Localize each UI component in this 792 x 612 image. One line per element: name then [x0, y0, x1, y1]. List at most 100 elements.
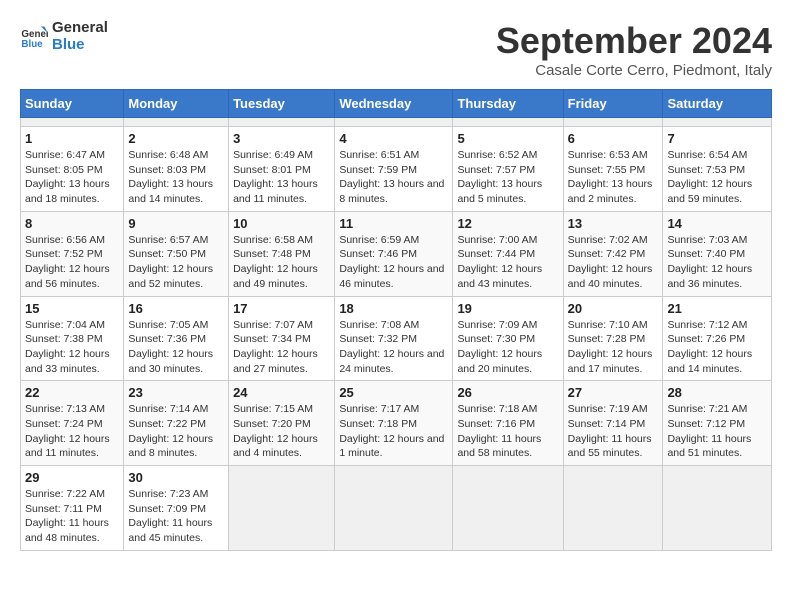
day-header-wednesday: Wednesday	[335, 90, 453, 118]
calendar-cell: 7Sunrise: 6:54 AMSunset: 7:53 PMDaylight…	[663, 127, 772, 212]
day-info: Sunrise: 6:58 AMSunset: 7:48 PMDaylight:…	[233, 233, 330, 292]
day-number: 5	[457, 131, 558, 146]
day-info: Sunrise: 7:14 AMSunset: 7:22 PMDaylight:…	[128, 402, 224, 461]
calendar-cell	[335, 466, 453, 551]
calendar-week-row: 29 Sunrise: 7:22 AMSunset: 7:11 PMDayligh…	[21, 466, 772, 551]
calendar-cell: 9Sunrise: 6:57 AMSunset: 7:50 PMDaylight…	[124, 211, 229, 296]
calendar-cell: 3 Sunrise: 6:49 AMSunset: 8:01 PMDaylight…	[229, 127, 335, 212]
calendar-cell: 29 Sunrise: 7:22 AMSunset: 7:11 PMDayligh…	[21, 466, 124, 551]
logo-line1: General	[52, 20, 108, 37]
day-info: Sunrise: 7:15 AMSunset: 7:20 PMDaylight:…	[233, 402, 330, 461]
calendar-cell: 28Sunrise: 7:21 AMSunset: 7:12 PMDayligh…	[663, 381, 772, 466]
day-info: Sunrise: 6:51 AMSunset: 7:59 PMDaylight:…	[339, 148, 448, 207]
day-number: 16	[128, 301, 224, 316]
day-info: Sunrise: 6:47 AMSunset: 8:05 PMDaylight:…	[25, 148, 119, 207]
day-info: Sunrise: 7:03 AMSunset: 7:40 PMDaylight:…	[667, 233, 767, 292]
day-number: 11	[339, 216, 448, 231]
calendar-cell: 8 Sunrise: 6:56 AMSunset: 7:52 PMDaylight…	[21, 211, 124, 296]
calendar-week-row	[21, 118, 772, 127]
calendar-cell	[453, 118, 563, 127]
calendar-cell: 4Sunrise: 6:51 AMSunset: 7:59 PMDaylight…	[335, 127, 453, 212]
calendar-cell	[21, 118, 124, 127]
day-number: 17	[233, 301, 330, 316]
day-number: 19	[457, 301, 558, 316]
day-number: 3	[233, 131, 330, 146]
calendar-cell: 14 Sunrise: 7:03 AMSunset: 7:40 PMDayligh…	[663, 211, 772, 296]
day-info: Sunrise: 6:49 AMSunset: 8:01 PMDaylight:…	[233, 148, 330, 207]
day-number: 25	[339, 385, 448, 400]
calendar-cell: 18 Sunrise: 7:08 AMSunset: 7:32 PMDayligh…	[335, 296, 453, 381]
day-number: 6	[568, 131, 659, 146]
day-info: Sunrise: 7:08 AMSunset: 7:32 PMDaylight:…	[339, 318, 448, 377]
logo-line2: Blue	[52, 37, 108, 54]
svg-text:Blue: Blue	[21, 38, 43, 49]
day-info: Sunrise: 6:53 AMSunset: 7:55 PMDaylight:…	[568, 148, 659, 207]
day-info: Sunrise: 7:05 AMSunset: 7:36 PMDaylight:…	[128, 318, 224, 377]
day-info: Sunrise: 6:56 AMSunset: 7:52 PMDaylight:…	[25, 233, 119, 292]
calendar-cell: 19Sunrise: 7:09 AMSunset: 7:30 PMDayligh…	[453, 296, 563, 381]
day-info: Sunrise: 6:48 AMSunset: 8:03 PMDaylight:…	[128, 148, 224, 207]
month-title: September 2024	[496, 20, 772, 62]
day-number: 13	[568, 216, 659, 231]
location-subtitle: Casale Corte Cerro, Piedmont, Italy	[496, 62, 772, 79]
day-number: 29	[25, 470, 119, 485]
calendar-cell: 13Sunrise: 7:02 AMSunset: 7:42 PMDayligh…	[563, 211, 663, 296]
day-info: Sunrise: 6:54 AMSunset: 7:53 PMDaylight:…	[667, 148, 767, 207]
logo-icon: General Blue	[20, 23, 48, 51]
calendar-cell	[453, 466, 563, 551]
calendar-week-row: 15Sunrise: 7:04 AMSunset: 7:38 PMDayligh…	[21, 296, 772, 381]
day-info: Sunrise: 6:59 AMSunset: 7:46 PMDaylight:…	[339, 233, 448, 292]
day-number: 21	[667, 301, 767, 316]
calendar-cell: 2 Sunrise: 6:48 AMSunset: 8:03 PMDaylight…	[124, 127, 229, 212]
calendar-week-row: 22Sunrise: 7:13 AMSunset: 7:24 PMDayligh…	[21, 381, 772, 466]
calendar-cell: 23Sunrise: 7:14 AMSunset: 7:22 PMDayligh…	[124, 381, 229, 466]
day-header-monday: Monday	[124, 90, 229, 118]
day-number: 14	[667, 216, 767, 231]
day-number: 10	[233, 216, 330, 231]
day-number: 26	[457, 385, 558, 400]
day-info: Sunrise: 7:18 AMSunset: 7:16 PMDaylight:…	[457, 402, 558, 461]
day-number: 24	[233, 385, 330, 400]
calendar-week-row: 8 Sunrise: 6:56 AMSunset: 7:52 PMDaylight…	[21, 211, 772, 296]
calendar-cell: 6 Sunrise: 6:53 AMSunset: 7:55 PMDaylight…	[563, 127, 663, 212]
calendar-cell	[229, 466, 335, 551]
calendar-cell: 1Sunrise: 6:47 AMSunset: 8:05 PMDaylight…	[21, 127, 124, 212]
calendar-cell: 22Sunrise: 7:13 AMSunset: 7:24 PMDayligh…	[21, 381, 124, 466]
day-info: Sunrise: 6:52 AMSunset: 7:57 PMDaylight:…	[457, 148, 558, 207]
calendar-header-row: SundayMondayTuesdayWednesdayThursdayFrid…	[21, 90, 772, 118]
calendar-cell: 11 Sunrise: 6:59 AMSunset: 7:46 PMDayligh…	[335, 211, 453, 296]
calendar-cell: 26 Sunrise: 7:18 AMSunset: 7:16 PMDayligh…	[453, 381, 563, 466]
title-area: September 2024 Casale Corte Cerro, Piedm…	[496, 20, 772, 79]
calendar-cell: 30Sunrise: 7:23 AMSunset: 7:09 PMDayligh…	[124, 466, 229, 551]
calendar-body: 1Sunrise: 6:47 AMSunset: 8:05 PMDaylight…	[21, 118, 772, 551]
calendar-cell: 21Sunrise: 7:12 AMSunset: 7:26 PMDayligh…	[663, 296, 772, 381]
day-info: Sunrise: 7:22 AMSunset: 7:11 PMDaylight:…	[25, 487, 119, 546]
day-info: Sunrise: 7:21 AMSunset: 7:12 PMDaylight:…	[667, 402, 767, 461]
day-header-tuesday: Tuesday	[229, 90, 335, 118]
calendar-cell: 20Sunrise: 7:10 AMSunset: 7:28 PMDayligh…	[563, 296, 663, 381]
day-number: 27	[568, 385, 659, 400]
calendar-table: SundayMondayTuesdayWednesdayThursdayFrid…	[20, 89, 772, 551]
calendar-cell	[124, 118, 229, 127]
day-info: Sunrise: 7:04 AMSunset: 7:38 PMDaylight:…	[25, 318, 119, 377]
calendar-cell	[563, 118, 663, 127]
day-info: Sunrise: 7:00 AMSunset: 7:44 PMDaylight:…	[457, 233, 558, 292]
calendar-cell	[663, 118, 772, 127]
calendar-week-row: 1Sunrise: 6:47 AMSunset: 8:05 PMDaylight…	[21, 127, 772, 212]
calendar-cell: 12Sunrise: 7:00 AMSunset: 7:44 PMDayligh…	[453, 211, 563, 296]
calendar-cell: 10 Sunrise: 6:58 AMSunset: 7:48 PMDayligh…	[229, 211, 335, 296]
calendar-cell: 15Sunrise: 7:04 AMSunset: 7:38 PMDayligh…	[21, 296, 124, 381]
calendar-cell	[663, 466, 772, 551]
day-header-saturday: Saturday	[663, 90, 772, 118]
calendar-cell: 25 Sunrise: 7:17 AMSunset: 7:18 PMDayligh…	[335, 381, 453, 466]
header: General Blue General Blue September 2024…	[20, 20, 772, 79]
day-number: 8	[25, 216, 119, 231]
day-number: 2	[128, 131, 224, 146]
calendar-cell	[229, 118, 335, 127]
day-info: Sunrise: 7:17 AMSunset: 7:18 PMDaylight:…	[339, 402, 448, 461]
day-number: 18	[339, 301, 448, 316]
day-header-friday: Friday	[563, 90, 663, 118]
calendar-cell	[335, 118, 453, 127]
day-number: 20	[568, 301, 659, 316]
day-number: 9	[128, 216, 224, 231]
